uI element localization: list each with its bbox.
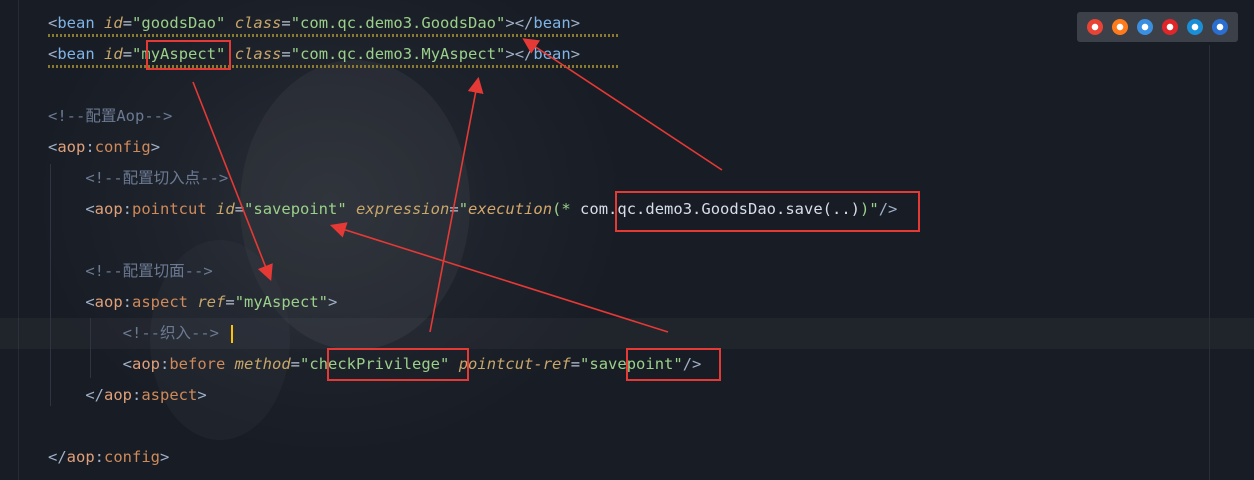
vertical-scrollbar[interactable] [1242,0,1254,480]
code-editor[interactable]: <bean id="goodsDao" class="com.qc.demo3.… [0,0,1254,480]
arrow-ref-to-savepoint [329,222,669,333]
opera-icon[interactable] [1161,19,1178,35]
chrome-icon[interactable] [1087,19,1104,35]
annotation-arrows [192,38,723,333]
browser-preview-toolbar [1077,12,1238,42]
arrow-method-to-myaspect-class [429,76,484,333]
arrow-myaspect-to-aspect [192,81,273,281]
edge-icon[interactable] [1211,19,1228,35]
firefox-icon[interactable] [1112,19,1129,35]
ie-icon[interactable] [1186,19,1203,35]
safari-icon[interactable] [1137,19,1154,35]
arrow-expression-to-goodsdao [522,38,723,171]
